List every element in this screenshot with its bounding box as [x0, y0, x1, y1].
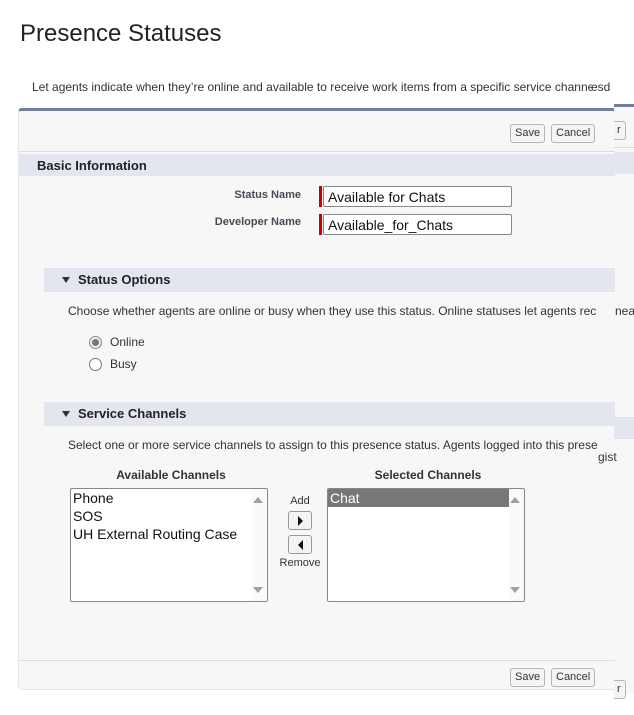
radio-unchecked-icon[interactable] [89, 357, 102, 371]
collapse-triangle-icon [62, 410, 70, 417]
service-channels-help-overflow: gist [598, 450, 617, 464]
scroll-down-arrow-icon[interactable] [510, 587, 520, 593]
scrollbar[interactable] [252, 489, 267, 601]
cancel-button-top[interactable]: Cancel [551, 124, 596, 143]
status-options-toggle[interactable]: Status Options [62, 272, 170, 287]
presence-status-form: Save Cancel Basic Information Status Nam… [18, 108, 634, 690]
page-title: Presence Statuses [20, 20, 222, 47]
available-channels-header: Available Channels [116, 468, 226, 482]
add-button[interactable] [288, 511, 312, 530]
background-section-band [614, 417, 634, 439]
list-option[interactable]: Chat [328, 489, 509, 507]
remove-button[interactable] [288, 535, 312, 554]
section-title: Service Channels [78, 406, 187, 421]
add-label: Add [290, 495, 310, 507]
background-panel-edge [614, 104, 634, 694]
remove-label: Remove [279, 557, 321, 569]
status-options-help-overflow: nea [615, 304, 634, 318]
status-name-input[interactable] [323, 186, 512, 207]
service-channels-toggle[interactable]: Service Channels [62, 406, 186, 421]
service-channels-help: Select one or more service channels to a… [68, 438, 598, 452]
arrow-left-icon [297, 539, 303, 550]
background-button: r [614, 121, 626, 140]
scroll-up-arrow-icon[interactable] [510, 497, 520, 503]
background-divider [614, 147, 634, 148]
required-indicator [319, 186, 322, 207]
available-channels-list[interactable]: Phone SOS UH External Routing Case [70, 488, 268, 602]
selected-channels-header: Selected Channels [374, 468, 482, 482]
list-option[interactable]: Phone [71, 489, 252, 507]
section-title: Basic Information [37, 158, 147, 173]
divider [19, 151, 615, 152]
radio-busy[interactable]: Busy [89, 357, 137, 371]
required-indicator [319, 214, 322, 235]
status-name-label: Status Name [234, 189, 301, 201]
scroll-up-arrow-icon[interactable] [253, 497, 263, 503]
selected-options: Chat [328, 489, 524, 507]
page-description-overflow: esd [591, 80, 611, 94]
list-option[interactable]: SOS [71, 507, 252, 525]
page-description: Let agents indicate when they’re online … [32, 80, 592, 94]
developer-name-input[interactable] [323, 214, 512, 235]
collapse-triangle-icon [62, 276, 70, 283]
radio-label: Online [110, 335, 145, 349]
scroll-down-arrow-icon[interactable] [253, 587, 263, 593]
background-section-band [614, 152, 634, 174]
list-option[interactable]: UH External Routing Case [71, 525, 252, 543]
arrow-right-icon [297, 515, 303, 526]
radio-online[interactable]: Online [89, 335, 145, 349]
available-options: Phone SOS UH External Routing Case [71, 489, 267, 543]
selected-channels-list[interactable]: Chat [327, 488, 525, 602]
section-title: Status Options [78, 272, 171, 287]
background-button: r [614, 680, 626, 699]
developer-name-label: Developer Name [214, 216, 301, 228]
radio-label: Busy [110, 357, 137, 371]
cancel-button-bottom[interactable]: Cancel [551, 668, 596, 687]
status-options-help: Choose whether agents are online or busy… [68, 304, 597, 318]
radio-checked-icon[interactable] [89, 335, 102, 349]
scrollbar[interactable] [509, 489, 524, 601]
divider [19, 660, 615, 661]
save-button-bottom[interactable]: Save [510, 668, 546, 687]
save-button-top[interactable]: Save [510, 124, 546, 143]
